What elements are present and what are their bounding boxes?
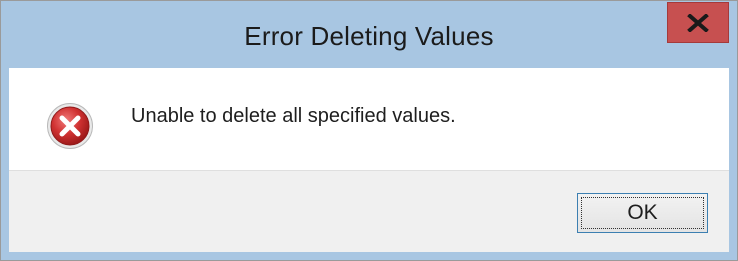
ok-button[interactable]: OK <box>577 193 708 233</box>
close-button[interactable] <box>667 2 729 43</box>
ok-button-label: OK <box>627 201 658 224</box>
error-icon <box>47 103 93 149</box>
error-message: Unable to delete all specified values. <box>131 105 456 127</box>
dialog-body: Unable to delete all specified values. <box>9 68 729 170</box>
dialog-footer: OK <box>9 170 729 252</box>
close-icon <box>687 13 709 32</box>
dialog-title: Error Deleting Values <box>244 21 494 51</box>
error-dialog: Error Deleting Values Unable to delete a… <box>0 0 738 261</box>
